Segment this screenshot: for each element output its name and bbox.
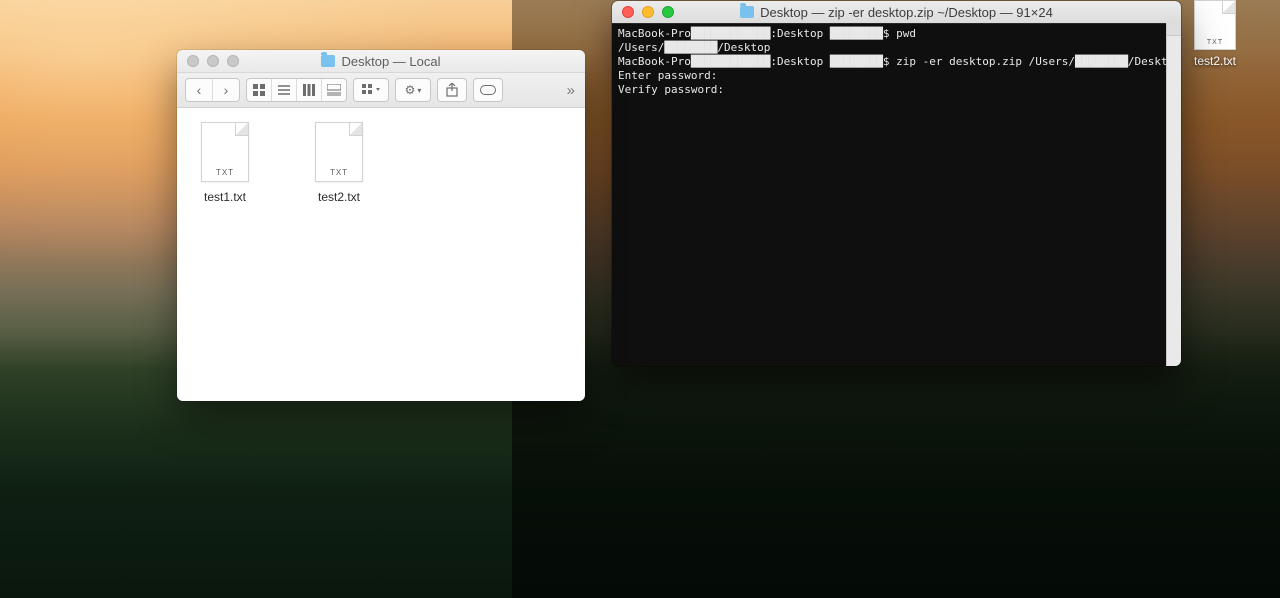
terminal-output[interactable]: MacBook-Pro████████████:Desktop ████████… [612,23,1167,366]
close-button-inactive[interactable] [187,55,199,67]
terminal-titlebar[interactable]: Desktop — zip -er desktop.zip ~/Desktop … [612,1,1181,24]
file-item[interactable]: TXT test1.txt [195,122,255,204]
action-button[interactable]: ⚙︎▾ [396,79,430,101]
folder-icon [321,55,335,67]
txt-file-icon: TXT [201,122,249,182]
share-icon [446,83,458,97]
arrange-icon [362,84,380,96]
tag-icon [480,85,496,95]
close-button[interactable] [622,6,634,18]
chevron-double-right-icon: » [567,82,575,99]
finder-window[interactable]: Desktop — Local ‹ › [177,50,585,401]
chevron-right-icon: › [224,83,229,97]
chevron-left-icon: ‹ [197,83,202,97]
terminal-scrollbar[interactable] [1166,23,1181,366]
coverflow-icon [327,84,341,96]
gear-icon: ⚙︎ [405,83,416,97]
zoom-button-inactive[interactable] [227,55,239,67]
icon-view-button[interactable] [247,79,271,101]
file-name-label: test2.txt [318,190,360,204]
chevron-down-icon: ▾ [417,86,421,95]
minimize-button[interactable] [642,6,654,18]
toolbar-overflow-button[interactable]: » [567,82,577,99]
file-name-label: test1.txt [204,190,246,204]
back-button[interactable]: ‹ [186,79,212,101]
view-buttons [246,78,347,102]
forward-button[interactable]: › [212,79,239,101]
list-icon [278,84,290,96]
arrange-button[interactable] [354,79,388,101]
finder-title-suffix: — Local [389,54,440,69]
file-ext-label: TXT [202,168,248,177]
file-ext-label: TXT [1195,39,1235,46]
finder-content-area[interactable]: TXT test1.txt TXT test2.txt [177,108,585,218]
coverflow-view-button[interactable] [321,79,346,101]
minimize-button-inactive[interactable] [207,55,219,67]
action-button-group: ⚙︎▾ [395,78,431,102]
tags-button[interactable] [473,78,503,102]
grid-icon [253,84,265,96]
terminal-window[interactable]: Desktop — zip -er desktop.zip ~/Desktop … [612,1,1181,366]
columns-icon [303,84,315,96]
column-view-button[interactable] [296,79,321,101]
nav-buttons: ‹ › [185,78,240,102]
file-item[interactable]: TXT test2.txt [309,122,369,204]
folder-icon [740,6,754,18]
txt-file-icon: TXT [315,122,363,182]
share-button[interactable] [437,78,467,102]
zoom-button[interactable] [662,6,674,18]
terminal-title: Desktop — zip -er desktop.zip ~/Desktop … [760,5,1053,20]
finder-toolbar: ‹ › ⚙︎▾ [177,73,585,108]
desktop-file-label: test2.txt [1194,54,1236,68]
arrange-button-group [353,78,389,102]
desktop-file-item[interactable]: TXT test2.txt [1180,0,1250,68]
finder-title-folder: Desktop [341,54,389,69]
list-view-button[interactable] [271,79,296,101]
file-ext-label: TXT [316,168,362,177]
finder-titlebar[interactable]: Desktop — Local [177,50,585,73]
txt-file-icon: TXT [1194,0,1236,50]
